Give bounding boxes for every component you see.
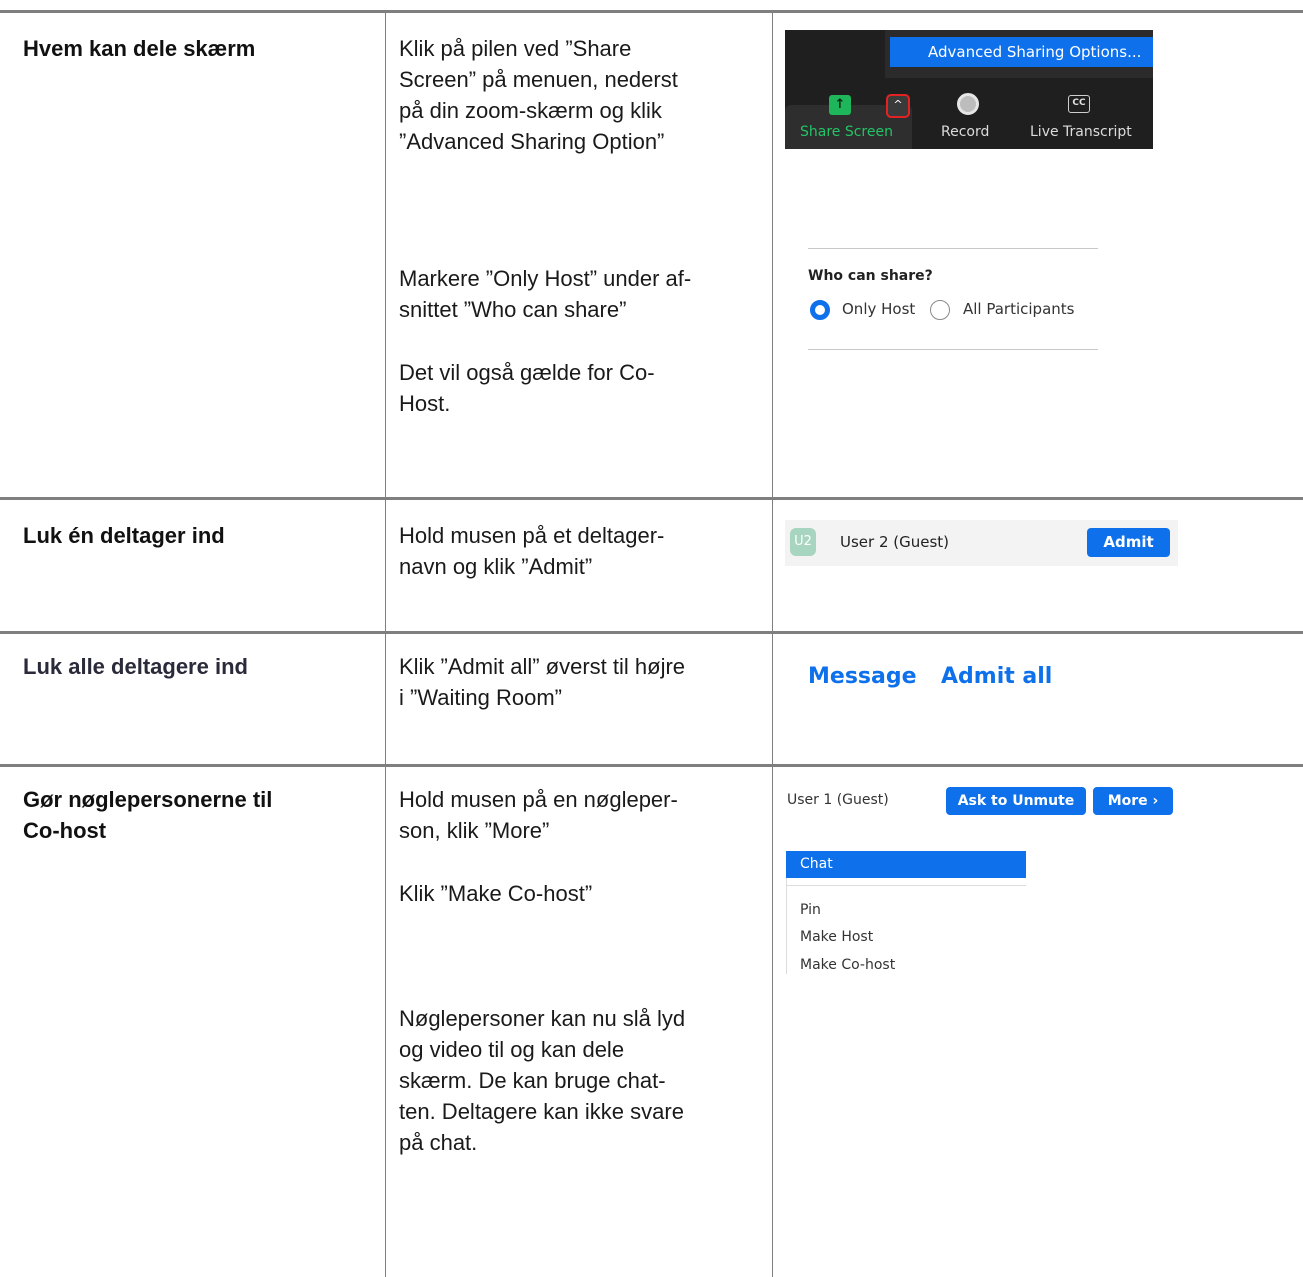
all-participants-radio[interactable] xyxy=(930,300,950,320)
message-link[interactable]: Message xyxy=(808,664,917,689)
row4-desc2: Klik ”Make Co-host” xyxy=(399,878,764,909)
row4-desc: Hold musen på en nøgleper- son, klik ”Mo… xyxy=(399,784,764,846)
row4-desc3-line: Nøglepersoner kan nu slå lyd xyxy=(399,1006,686,1031)
admit-all-link[interactable]: Admit all xyxy=(941,664,1052,689)
participant-name: User 2 (Guest) xyxy=(840,533,950,551)
chevron-up-icon[interactable]: ^ xyxy=(886,94,910,118)
only-host-label: Only Host xyxy=(842,300,916,318)
row1-desc3: Det vil også gælde for Co- Host. xyxy=(399,357,764,419)
instruction-table: Hvem kan dele skærm Klik på pilen ved ”S… xyxy=(0,0,1303,1277)
row4-desc3: Nøglepersoner kan nu slå lyd og video ti… xyxy=(399,1003,764,1158)
row3-desc-line: i ”Waiting Room” xyxy=(399,685,562,710)
zoom-toolbar-screenshot: Advanced Sharing Options... ↑ ^ CC Share… xyxy=(785,30,1153,149)
record-icon[interactable] xyxy=(957,93,979,115)
row1-desc3-line: Host. xyxy=(399,391,451,416)
row2-label: Luk én deltager ind xyxy=(23,523,225,548)
row3-desc-line: Klik ”Admit all” øverst til højre xyxy=(399,654,686,679)
row1-desc2-line: snittet ”Who can share” xyxy=(399,297,627,322)
advanced-sharing-options-item[interactable]: Advanced Sharing Options... xyxy=(890,37,1153,67)
menu-item-chat[interactable]: Chat xyxy=(786,851,1026,878)
row2-desc: Hold musen på et deltager- navn og klik … xyxy=(399,520,764,582)
live-transcript-label: Live Transcript xyxy=(1030,124,1132,140)
record-label: Record xyxy=(941,124,990,140)
participant-name: User 1 (Guest) xyxy=(787,792,889,808)
waiting-participant-row: U2 User 2 (Guest) Admit xyxy=(785,520,1178,566)
ask-to-unmute-button[interactable]: Ask to Unmute xyxy=(946,787,1086,815)
row1-desc-line: Screen” på menuen, nederst xyxy=(399,67,678,92)
row1-label: Hvem kan dele skærm xyxy=(23,36,256,61)
row4-desc2-line: Klik ”Make Co-host” xyxy=(399,881,593,906)
table-rule-row1 xyxy=(0,497,1303,500)
row4-desc3-line: skærm. De kan bruge chat- xyxy=(399,1068,666,1093)
table-rule-row3 xyxy=(0,764,1303,767)
table-rule-top xyxy=(0,10,1303,13)
row1-desc2-line: Markere ”Only Host” under af- xyxy=(399,266,692,291)
row3-desc: Klik ”Admit all” øverst til højre i ”Wai… xyxy=(399,651,764,713)
menu-item-pin[interactable]: Pin xyxy=(800,902,821,918)
row1-desc-line: på din zoom-skærm og klik xyxy=(399,98,662,123)
row1-desc-line: ”Advanced Sharing Option” xyxy=(399,129,665,154)
menu-divider xyxy=(786,885,1026,886)
menu-border xyxy=(786,878,787,974)
row4-desc3-line: og video til og kan dele xyxy=(399,1037,625,1062)
row3-label: Luk alle deltagere ind xyxy=(23,654,248,679)
only-host-radio[interactable] xyxy=(810,300,830,320)
row4-desc-line: son, klik ”More” xyxy=(399,818,550,843)
table-col-divider-1 xyxy=(385,12,386,1277)
cc-icon[interactable]: CC xyxy=(1068,95,1090,113)
more-button[interactable]: More › xyxy=(1093,787,1173,815)
share-screen-label: Share Screen xyxy=(800,124,893,140)
who-share-divider-bottom xyxy=(808,349,1098,350)
table-col-divider-2 xyxy=(772,12,773,1277)
row1-desc: Klik på pilen ved ”Share Screen” på menu… xyxy=(399,33,764,157)
row2-desc-line: Hold musen på et deltager- xyxy=(399,523,665,548)
arrow-up-icon: ↑ xyxy=(829,95,851,115)
row1-desc2: Markere ”Only Host” under af- snittet ”W… xyxy=(399,263,764,325)
menu-item-make-host[interactable]: Make Host xyxy=(800,929,873,945)
admit-button[interactable]: Admit xyxy=(1087,528,1170,557)
table-rule-row2 xyxy=(0,631,1303,634)
row4-desc3-line: ten. Deltagere kan ikke svare xyxy=(399,1099,684,1124)
row1-desc3-line: Det vil også gælde for Co- xyxy=(399,360,655,385)
all-participants-label: All Participants xyxy=(963,300,1075,318)
row4-label-line: Co-host xyxy=(23,818,107,843)
row1-desc-line: Klik på pilen ved ”Share xyxy=(399,36,632,61)
row4-desc3-line: på chat. xyxy=(399,1130,478,1155)
row2-desc-line: navn og klik ”Admit” xyxy=(399,554,593,579)
row4-label-line: Gør nøglepersonerne til xyxy=(23,787,273,812)
share-dropdown-menu: Advanced Sharing Options... xyxy=(885,30,1153,78)
avatar: U2 xyxy=(790,528,816,556)
row4-desc-line: Hold musen på en nøgleper- xyxy=(399,787,678,812)
who-can-share-title: Who can share? xyxy=(808,268,933,284)
menu-item-make-co-host[interactable]: Make Co-host xyxy=(800,957,895,973)
who-share-divider-top xyxy=(808,248,1098,249)
row4-label: Gør nøglepersonerne til Co-host xyxy=(23,784,373,846)
